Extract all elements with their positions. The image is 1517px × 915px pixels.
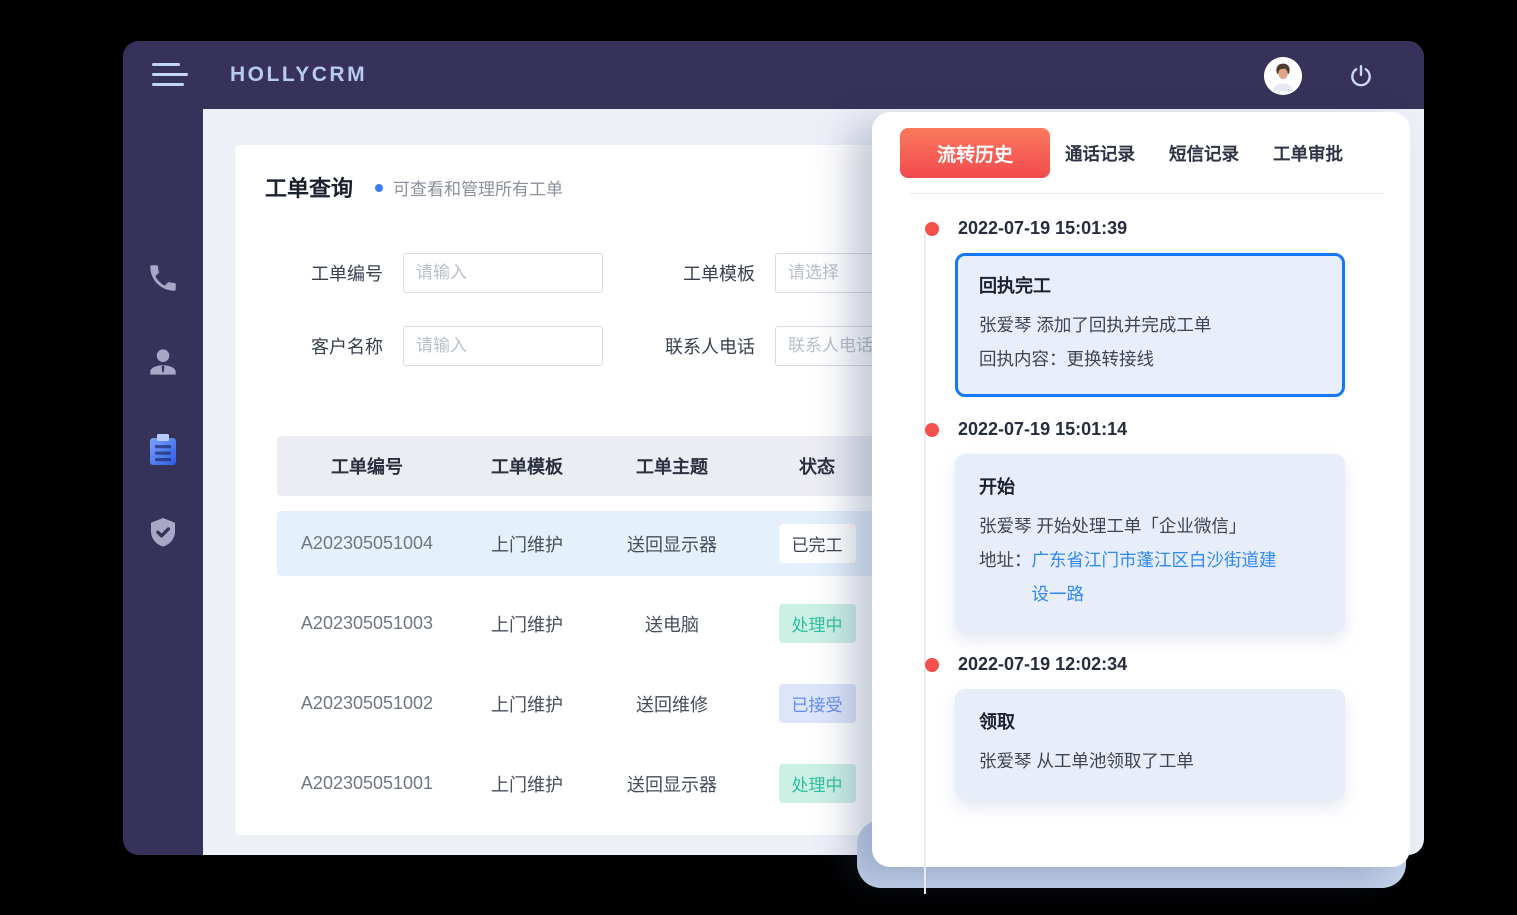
timeline-dot [925,658,939,672]
timeline-timestamp: 2022-07-19 12:02:34 [958,654,1382,675]
timeline-card-receipt-complete[interactable]: 回执完工 张爱琴 添加了回执并完成工单 回执内容：更换转接线 [955,253,1345,397]
timeline-timestamp: 2022-07-19 15:01:39 [958,218,1382,239]
timeline-card-address-row: 地址： 广东省江门市蓬江区白沙街道建设一路 [979,543,1321,611]
timeline-dot [925,423,939,437]
status-badge: 处理中 [779,764,856,803]
power-icon[interactable] [1348,63,1374,89]
status-badge: 已接受 [779,684,856,723]
sidebar [123,109,203,855]
header-status: 状态 [747,453,887,479]
phone-icon[interactable] [143,258,183,298]
filter-label-template: 工单模板 [645,260,755,286]
address-label: 地址： [979,543,1032,577]
header-subject: 工单主题 [597,453,747,479]
timeline-card-line: 张爱琴 开始处理工单「企业微信」 [979,509,1321,543]
timeline-card-title: 回执完工 [979,272,1321,298]
header-order-id: 工单编号 [277,453,457,479]
timeline-entry: 2022-07-19 15:01:39 回执完工 张爱琴 添加了回执并完成工单 … [955,218,1382,397]
panel-tabs: 流转历史 通话记录 短信记录 工单审批 [872,112,1410,178]
timeline-card-line: 回执内容：更换转接线 [979,342,1321,376]
tab-order-approval[interactable]: 工单审批 [1273,141,1343,166]
header-template: 工单模板 [457,453,597,479]
timeline-card-line: 张爱琴 从工单池领取了工单 [979,744,1321,778]
customer-name-input[interactable] [403,326,603,366]
timeline: 2022-07-19 15:01:39 回执完工 张爱琴 添加了回执并完成工单 … [872,194,1410,799]
timeline-card-title: 领取 [979,708,1321,734]
security-icon[interactable] [143,513,183,553]
top-bar: HOLLYCRM [123,41,1424,109]
status-badge: 处理中 [779,604,856,643]
address-link[interactable]: 广东省江门市蓬江区白沙街道建设一路 [1032,543,1282,611]
brand-logo: HOLLYCRM [230,63,367,87]
timeline-line [924,234,926,894]
tab-circulation-history[interactable]: 流转历史 [900,128,1050,178]
filter-label-contact-phone: 联系人电话 [645,333,755,359]
tab-call-records[interactable]: 通话记录 [1065,141,1135,166]
page-title: 工单查询 [265,171,353,203]
order-id-input[interactable] [403,253,603,293]
work-order-icon[interactable] [143,430,183,470]
timeline-card-claim[interactable]: 领取 张爱琴 从工单池领取了工单 [955,689,1345,799]
avatar[interactable] [1264,57,1302,95]
title-dot-icon [375,184,383,192]
timeline-card-title: 开始 [979,473,1321,499]
timeline-dot [925,222,939,236]
timeline-card-line: 张爱琴 添加了回执并完成工单 [979,308,1321,342]
timeline-card-start[interactable]: 开始 张爱琴 开始处理工单「企业微信」 地址： 广东省江门市蓬江区白沙街道建设一… [955,454,1345,632]
detail-panel: 流转历史 通话记录 短信记录 工单审批 2022-07-19 15:01:39 … [872,112,1410,867]
timeline-timestamp: 2022-07-19 15:01:14 [958,419,1382,440]
tab-sms-records[interactable]: 短信记录 [1169,141,1239,166]
timeline-entry: 2022-07-19 12:02:34 领取 张爱琴 从工单池领取了工单 [955,654,1382,799]
menu-icon[interactable] [152,63,190,88]
status-badge: 已完工 [779,524,856,563]
filter-label-customer: 客户名称 [283,333,383,359]
timeline-entry: 2022-07-19 15:01:14 开始 张爱琴 开始处理工单「企业微信」 … [955,419,1382,632]
filter-label-order-id: 工单编号 [283,260,383,286]
contacts-icon[interactable] [143,342,183,382]
stage: HOLLYCRM [0,0,1517,915]
page-subtitle: 可查看和管理所有工单 [393,175,563,200]
